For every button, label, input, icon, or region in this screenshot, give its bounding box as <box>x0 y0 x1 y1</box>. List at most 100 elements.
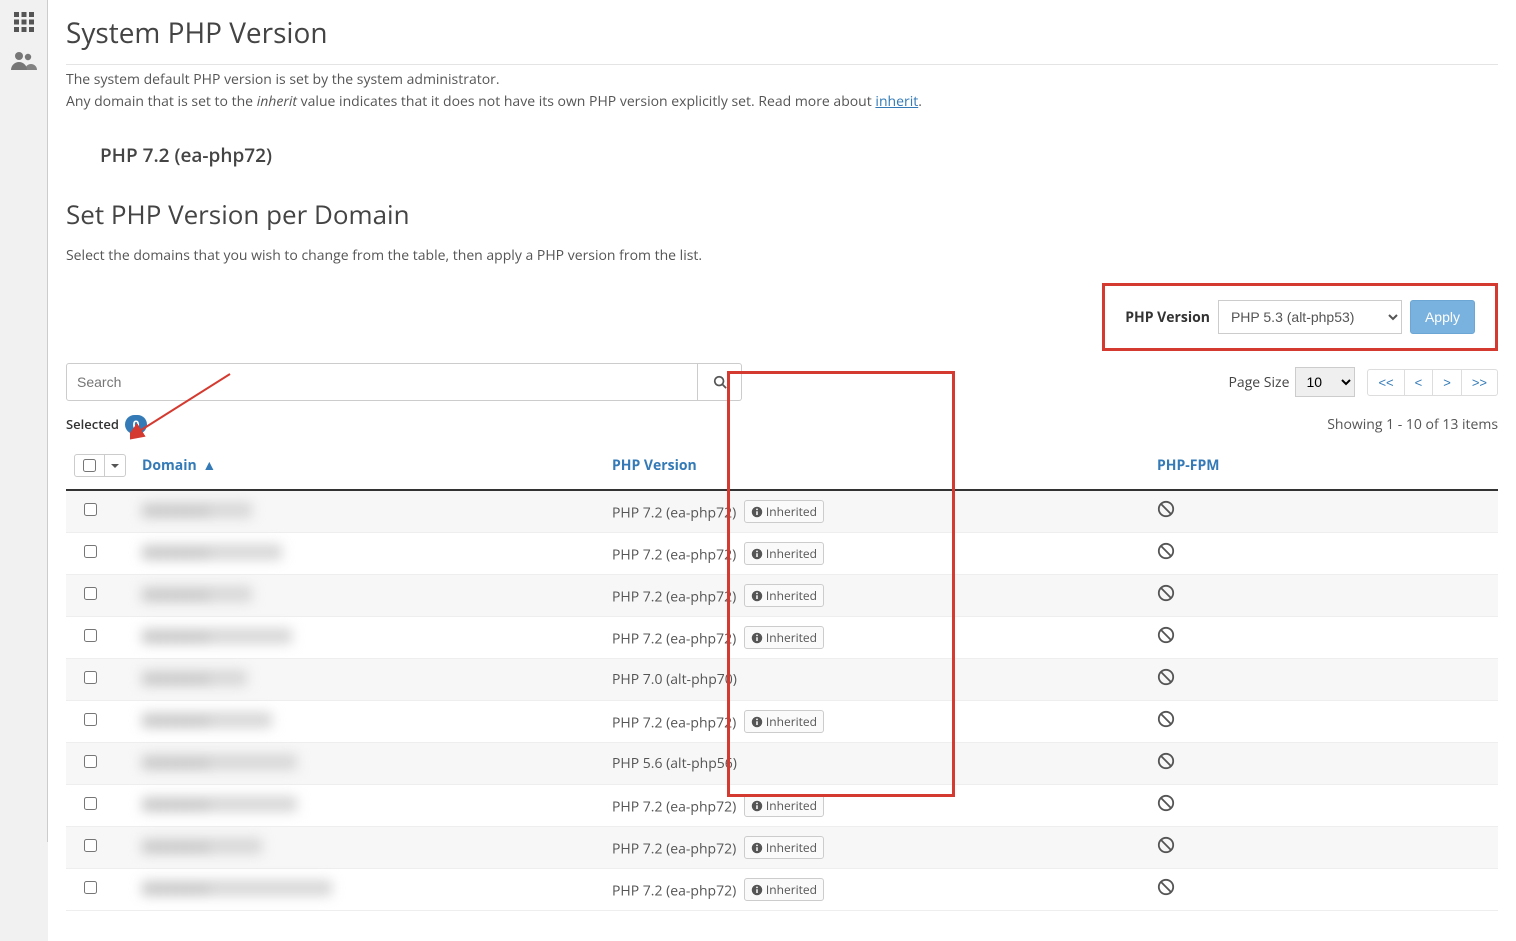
inherited-badge: Inherited <box>744 878 824 901</box>
col-version-header[interactable]: PHP Version <box>604 442 1149 490</box>
domain-name-blurred: ■■■■■■■■ <box>142 628 292 644</box>
apply-label: PHP Version <box>1125 308 1210 327</box>
domain-name-blurred: ■■■■■■■■ <box>142 754 297 770</box>
domain-cell: ■■■■■■■■ <box>134 743 604 785</box>
info-icon <box>751 590 763 602</box>
section-instruction: Select the domains that you wish to chan… <box>66 246 1498 265</box>
row-checkbox[interactable] <box>84 839 97 852</box>
section-title: Set PHP Version per Domain <box>66 196 1498 232</box>
domain-cell: ■■■■■■■■ <box>134 490 604 533</box>
domain-cell: ■■■■■■■■ <box>134 533 604 575</box>
fpm-cell <box>1149 490 1498 533</box>
row-checkbox[interactable] <box>84 503 97 516</box>
info-icon <box>751 842 763 854</box>
ban-icon <box>1157 626 1175 644</box>
table-row: ■■■■■■■■PHP 7.2 (ea-php72) Inherited <box>66 785 1498 827</box>
php-version-select[interactable]: PHP 5.3 (alt-php53) <box>1218 300 1402 334</box>
selected-count-badge: 0 <box>125 415 148 434</box>
table-row: ■■■■■■■■PHP 7.2 (ea-php72) Inherited <box>66 490 1498 533</box>
ban-icon <box>1157 500 1175 518</box>
ban-icon <box>1157 710 1175 728</box>
domain-cell: ■■■■■■■■ <box>134 869 604 911</box>
select-dropdown-toggle[interactable] <box>104 455 125 476</box>
version-cell: PHP 7.2 (ea-php72) Inherited <box>604 575 1149 617</box>
version-cell: PHP 7.2 (ea-php72) Inherited <box>604 617 1149 659</box>
row-checkbox[interactable] <box>84 545 97 558</box>
users-icon[interactable] <box>8 44 40 76</box>
domain-name-blurred: ■■■■■■■■ <box>142 586 252 602</box>
fpm-cell <box>1149 701 1498 743</box>
info-icon <box>751 632 763 644</box>
selected-label: Selected <box>66 415 119 433</box>
domain-cell: ■■■■■■■■ <box>134 785 604 827</box>
row-checkbox[interactable] <box>84 671 97 684</box>
ban-icon <box>1157 836 1175 854</box>
select-all-checkbox[interactable] <box>83 459 96 472</box>
page-title: System PHP Version <box>66 0 1498 65</box>
domain-table: Domain ▲ PHP Version PHP-FPM ■■■■■■■■PHP… <box>66 442 1498 911</box>
table-row: ■■■■■■■■ PHP 7.2 (ea-php72) Inherited <box>66 575 1498 617</box>
row-checkbox[interactable] <box>84 881 97 894</box>
domain-cell: ■■■■■■■■ <box>134 575 604 617</box>
status-row: Selected 0 Showing 1 - 10 of 13 items <box>66 415 1498 434</box>
inherited-badge: Inherited <box>744 794 824 817</box>
version-cell: PHP 7.2 (ea-php72) Inherited <box>604 490 1149 533</box>
fpm-cell <box>1149 659 1498 701</box>
pager-next[interactable]: > <box>1432 369 1462 396</box>
version-cell: PHP 7.2 (ea-php72) Inherited <box>604 827 1149 869</box>
domain-name-blurred: ■■■■■■■■ <box>142 670 247 686</box>
info-icon <box>751 506 763 518</box>
inherit-link[interactable]: inherit <box>875 92 918 111</box>
info-icon <box>751 800 763 812</box>
chevron-down-icon <box>111 462 119 470</box>
fpm-cell <box>1149 533 1498 575</box>
default-php-version: PHP 7.2 (ea-php72) <box>100 142 1498 168</box>
row-checkbox[interactable] <box>84 629 97 642</box>
inherited-badge: Inherited <box>744 836 824 859</box>
col-checkbox <box>66 442 134 490</box>
ban-icon <box>1157 794 1175 812</box>
table-row: ■■■■■■■■PHP 7.2 (ea-php72) Inherited <box>66 827 1498 869</box>
table-row: ■■■■■■■■PHP 7.0 (alt-php70) <box>66 659 1498 701</box>
col-fpm-header[interactable]: PHP-FPM <box>1149 442 1498 490</box>
search-group <box>66 363 742 401</box>
domain-cell: ■■■■■■■■ <box>134 701 604 743</box>
row-checkbox[interactable] <box>84 797 97 810</box>
table-row: ■■■■■■■■PHP 5.6 (alt-php56) <box>66 743 1498 785</box>
pager-first[interactable]: << <box>1367 369 1404 396</box>
search-input[interactable] <box>66 363 698 401</box>
sidebar <box>0 0 48 842</box>
pager-prev[interactable]: < <box>1404 369 1434 396</box>
search-icon <box>713 375 727 389</box>
domain-name-blurred: ■■■■■■■■ <box>142 880 332 896</box>
table-row: ■■■■■■■■PHP 7.2 (ea-php72) Inherited <box>66 533 1498 575</box>
col-domain-header[interactable]: Domain ▲ <box>134 442 604 490</box>
inherited-badge: Inherited <box>744 542 824 565</box>
inherited-badge: Inherited <box>744 500 824 523</box>
row-checkbox[interactable] <box>84 587 97 600</box>
domain-cell: ■■■■■■■■ <box>134 827 604 869</box>
info-icon <box>751 548 763 560</box>
table-row: ■■■■■■■■ PHP 7.2 (ea-php72) Inherited <box>66 617 1498 659</box>
inherited-badge: Inherited <box>744 626 824 649</box>
fpm-cell <box>1149 827 1498 869</box>
pager: << < > >> <box>1367 369 1498 396</box>
fpm-cell <box>1149 743 1498 785</box>
row-checkbox[interactable] <box>84 713 97 726</box>
sort-asc-icon: ▲ <box>202 456 216 475</box>
page-size-select[interactable]: 10 <box>1295 367 1355 397</box>
inherited-badge: Inherited <box>744 584 824 607</box>
row-checkbox[interactable] <box>84 755 97 768</box>
ban-icon <box>1157 878 1175 896</box>
page-subtitle: The system default PHP version is set by… <box>66 69 1498 112</box>
fpm-cell <box>1149 785 1498 827</box>
search-button[interactable] <box>698 363 742 401</box>
domain-name-blurred: ■■■■■■■■ <box>142 712 272 728</box>
domain-cell: ■■■■■■■■ <box>134 659 604 701</box>
pager-last[interactable]: >> <box>1461 369 1498 396</box>
apply-button[interactable]: Apply <box>1410 300 1475 334</box>
ban-icon <box>1157 752 1175 770</box>
version-cell: PHP 7.2 (ea-php72) Inherited <box>604 701 1149 743</box>
fpm-cell <box>1149 575 1498 617</box>
apps-icon[interactable] <box>8 6 40 38</box>
